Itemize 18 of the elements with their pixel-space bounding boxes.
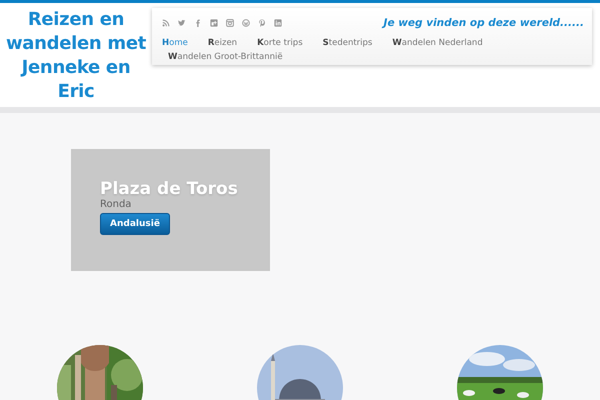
site-title[interactable]: Reizen en wandelen met Jenneke en Eric xyxy=(1,8,151,104)
g-plus-icon[interactable] xyxy=(210,19,218,27)
menu-item[interactable]: Wandelen Nederland xyxy=(392,37,483,49)
p-pin-icon[interactable] xyxy=(258,19,266,27)
camera-icon[interactable] xyxy=(226,19,234,27)
in-square-icon[interactable] xyxy=(274,19,282,27)
bird-icon[interactable] xyxy=(178,19,186,27)
menu-item[interactable]: Home xyxy=(162,37,188,49)
rss-icon[interactable] xyxy=(162,19,170,27)
menu-item[interactable]: Reizen xyxy=(208,37,238,49)
slide-subtitle: Ronda xyxy=(100,199,132,211)
f-letter-icon[interactable] xyxy=(194,19,202,27)
menu-item[interactable]: Wandelen Groot-Brittannië xyxy=(168,51,283,63)
menu-item[interactable]: Korte trips xyxy=(257,37,303,49)
category-button[interactable]: Andalusië xyxy=(100,213,170,235)
tagline: Je weg vinden op deze wereld...... xyxy=(384,17,584,29)
w-circle-icon[interactable] xyxy=(242,19,250,27)
menu-item[interactable]: Stedentrips xyxy=(322,37,372,49)
